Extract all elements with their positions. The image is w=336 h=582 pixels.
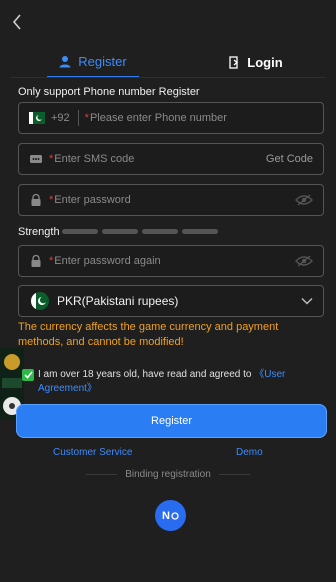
user-icon bbox=[59, 55, 71, 67]
strength-label: Strength bbox=[18, 226, 60, 238]
currency-select[interactable]: PKR(Pakistani rupees) bbox=[18, 285, 324, 317]
strength-bar-4 bbox=[182, 229, 218, 234]
sms-placeholder: Enter SMS code bbox=[54, 153, 135, 165]
required-mark: * bbox=[49, 255, 54, 267]
chevron-left-icon[interactable] bbox=[10, 12, 24, 32]
agreement-text: I am over 18 years old, have read and ag… bbox=[38, 369, 255, 380]
login-icon bbox=[229, 55, 239, 69]
binding-divider: Binding registration bbox=[86, 469, 251, 480]
divider-line bbox=[218, 474, 251, 475]
confirm-password-placeholder: Enter password again bbox=[54, 255, 161, 267]
tabs-divider bbox=[10, 77, 326, 78]
message-icon bbox=[30, 155, 42, 163]
field-divider bbox=[77, 110, 79, 126]
eye-hidden-icon[interactable] bbox=[295, 255, 313, 267]
strength-bar-1 bbox=[62, 229, 98, 234]
binding-label: Binding registration bbox=[125, 469, 211, 480]
agreement-checkbox[interactable] bbox=[22, 369, 34, 381]
phone-field[interactable]: +92 * Please enter Phone number bbox=[18, 102, 324, 134]
divider-line bbox=[86, 474, 118, 475]
demo-link[interactable]: Demo bbox=[236, 447, 263, 458]
country-code[interactable]: +92 bbox=[51, 112, 70, 124]
circle-icon bbox=[171, 511, 179, 520]
binding-register-button[interactable]: N bbox=[155, 500, 186, 531]
currency-value: PKR(Pakistani rupees) bbox=[57, 294, 179, 308]
required-mark: * bbox=[49, 153, 54, 165]
get-code-button[interactable]: Get Code bbox=[266, 153, 313, 165]
password-placeholder: Enter password bbox=[54, 194, 131, 206]
register-button[interactable]: Register bbox=[16, 404, 327, 438]
chevron-down-icon bbox=[301, 297, 313, 305]
customer-service-link[interactable]: Customer Service bbox=[53, 447, 132, 458]
lock-icon bbox=[31, 254, 41, 267]
eye-hidden-icon[interactable] bbox=[295, 194, 313, 206]
agreement-row: I am over 18 years old, have read and ag… bbox=[22, 368, 322, 396]
check-icon bbox=[23, 371, 33, 379]
phone-placeholder: Please enter Phone number bbox=[89, 112, 227, 124]
strength-bar-3 bbox=[142, 229, 178, 234]
tab-register-label: Register bbox=[78, 53, 127, 69]
pakistan-flag-icon bbox=[29, 112, 45, 124]
binding-button-label: N bbox=[162, 509, 170, 522]
tab-register[interactable]: Register bbox=[47, 46, 139, 78]
sms-code-field[interactable]: * Enter SMS code Get Code bbox=[18, 143, 324, 175]
lock-icon bbox=[31, 193, 41, 206]
tab-login[interactable]: Login bbox=[210, 46, 302, 78]
auth-tabs: Register Login bbox=[0, 46, 336, 78]
strength-bar-2 bbox=[102, 229, 138, 234]
required-mark: * bbox=[49, 194, 54, 206]
tab-login-label: Login bbox=[247, 54, 283, 70]
required-mark: * bbox=[84, 112, 89, 124]
currency-warning: The currency affects the game currency a… bbox=[18, 321, 279, 348]
register-note: Only support Phone number Register bbox=[18, 86, 200, 98]
password-field[interactable]: * Enter password bbox=[18, 184, 324, 216]
pakistan-flag-icon bbox=[31, 292, 49, 310]
confirm-password-field[interactable]: * Enter password again bbox=[18, 245, 324, 277]
